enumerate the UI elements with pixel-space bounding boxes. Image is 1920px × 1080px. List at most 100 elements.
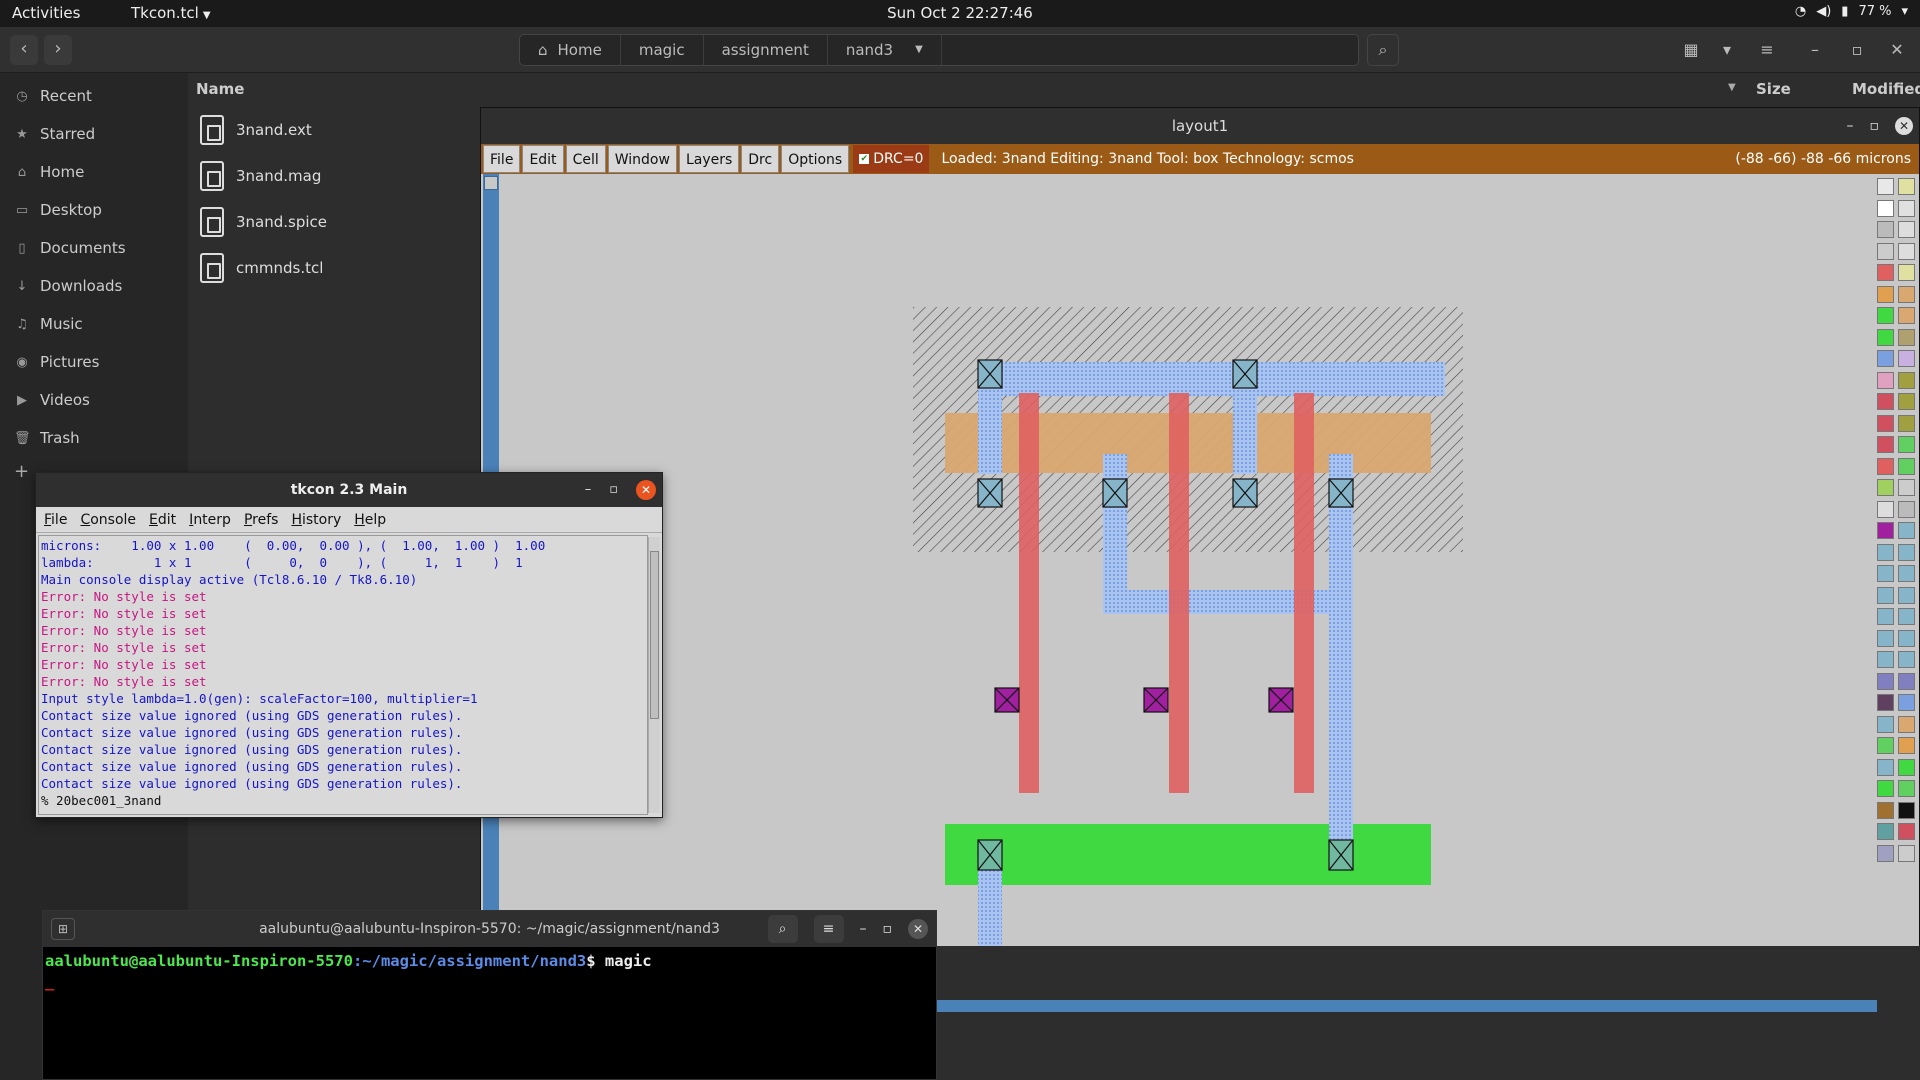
layer-swatch[interactable] [1877, 285, 1894, 303]
sidebar-item-downloads[interactable]: ↓ Downloads [0, 267, 188, 305]
maximize-button[interactable]: ▫ [1870, 108, 1880, 144]
menu-edit[interactable]: Edit [522, 145, 564, 173]
menu-layers[interactable]: Layers [678, 145, 740, 173]
terminal-output[interactable]: aalubuntu@aalubuntu-Inspiron-5570:~/magi… [43, 947, 936, 997]
layer-swatch[interactable] [1898, 522, 1915, 539]
layout-canvas[interactable] [481, 174, 1877, 1012]
close-button[interactable]: ✕ [1895, 117, 1913, 135]
layer-swatch[interactable] [1877, 350, 1894, 367]
sidebar-item-desktop[interactable]: ▭ Desktop [0, 191, 188, 229]
layer-swatch[interactable] [1877, 801, 1894, 819]
column-modified[interactable]: Modified [1852, 80, 1920, 98]
maximize-button[interactable]: ▫ [1842, 37, 1872, 65]
layer-swatch[interactable] [1898, 350, 1915, 367]
file-item[interactable]: 3nand.spice [200, 199, 480, 245]
menu-button[interactable]: ≡ [813, 915, 844, 943]
menu-button[interactable]: ≡ [1752, 37, 1782, 65]
menu-drc[interactable]: Drc [741, 145, 780, 173]
maximize-button[interactable]: ▫ [883, 911, 893, 947]
view-grid-button[interactable]: ▦ [1676, 37, 1706, 65]
layer-swatch[interactable] [1898, 629, 1915, 647]
layer-swatch[interactable] [1877, 457, 1894, 475]
layer-swatch[interactable] [1877, 737, 1894, 754]
layer-swatch[interactable] [1898, 694, 1915, 711]
menu-options[interactable]: Options [781, 145, 850, 173]
minimize-button[interactable]: – [585, 473, 592, 507]
layer-swatch[interactable] [1898, 414, 1915, 432]
layer-swatch[interactable] [1898, 586, 1915, 604]
layer-swatch[interactable] [1898, 285, 1915, 303]
tkcon-menu-history[interactable]: History [291, 512, 341, 528]
breadcrumb-assignment[interactable]: assignment [704, 35, 828, 65]
layer-swatch[interactable] [1898, 371, 1915, 389]
clock[interactable]: Sun Oct 2 22:27:46 [0, 4, 1920, 22]
tkcon-menu-file[interactable]: File [44, 512, 67, 528]
layer-swatch[interactable] [1877, 608, 1894, 625]
layer-swatch[interactable] [1898, 328, 1915, 346]
layer-swatch[interactable] [1877, 565, 1894, 582]
sidebar-item-recent[interactable]: ◷ Recent [0, 77, 188, 115]
layer-swatch[interactable] [1877, 694, 1894, 711]
layer-swatch[interactable] [1877, 242, 1894, 260]
minimize-button[interactable]: – [1847, 108, 1854, 144]
menu-file[interactable]: File [483, 145, 521, 173]
layer-swatch[interactable] [1877, 543, 1894, 561]
maximize-button[interactable]: ▫ [609, 473, 618, 507]
layer-swatch[interactable] [1877, 500, 1894, 518]
layer-swatch[interactable] [1877, 221, 1894, 238]
layer-swatch[interactable] [1877, 586, 1894, 604]
sidebar-item-music[interactable]: ♫ Music [0, 305, 188, 343]
tkcon-title-bar[interactable]: tkcon 2.3 Main – ▫ ✕ [36, 473, 662, 507]
layer-swatch[interactable] [1898, 823, 1915, 840]
system-tray[interactable]: ◔ ◀) ▮ 77 % ▾ [1795, 4, 1908, 19]
file-item[interactable]: cmmnds.tcl [200, 245, 480, 291]
layer-swatch[interactable] [1877, 672, 1894, 690]
sidebar-item-pictures[interactable]: ◉ Pictures [0, 343, 188, 381]
layer-swatch[interactable] [1898, 715, 1915, 733]
breadcrumb-magic[interactable]: magic [621, 35, 704, 65]
forward-button[interactable]: › [44, 35, 72, 65]
close-button[interactable]: ✕ [908, 919, 928, 939]
layer-swatch[interactable] [1898, 307, 1915, 324]
drc-toggle[interactable]: ✔ DRC=0 [853, 145, 930, 173]
layer-swatch[interactable] [1898, 565, 1915, 582]
layer-swatch[interactable] [1877, 264, 1894, 281]
sidebar-item-videos[interactable]: ▶ Videos [0, 381, 188, 419]
close-button[interactable]: ✕ [1882, 37, 1912, 65]
new-tab-button[interactable]: ⊞ [51, 918, 75, 940]
layer-swatch[interactable] [1877, 651, 1894, 668]
sidebar-item-documents[interactable]: ▯ Documents [0, 229, 188, 267]
add-location-button[interactable]: + [14, 461, 29, 482]
window-title-bar[interactable]: layout1 – ▫ ✕ [481, 108, 1919, 144]
layer-swatch[interactable] [1898, 608, 1915, 625]
tkcon-menu-help[interactable]: Help [354, 512, 386, 528]
file-item[interactable]: 3nand.ext [200, 107, 480, 153]
layer-swatch[interactable] [1877, 393, 1894, 410]
breadcrumb-home[interactable]: ⌂ Home [520, 35, 621, 65]
layer-swatch[interactable] [1877, 436, 1894, 453]
console-scrollbar[interactable] [648, 537, 660, 813]
layer-swatch[interactable] [1877, 715, 1894, 733]
tkcon-menu-prefs[interactable]: Prefs [244, 512, 279, 528]
view-options-button[interactable]: ▾ [1712, 37, 1742, 65]
layer-palette[interactable] [1875, 174, 1919, 946]
layer-swatch[interactable] [1898, 844, 1915, 862]
layer-swatch[interactable] [1877, 758, 1894, 776]
breadcrumb-nand3[interactable]: nand3 ▼ [828, 35, 942, 65]
scroll-thumb[interactable] [650, 551, 659, 719]
layer-swatch[interactable] [1898, 178, 1915, 195]
sidebar-item-starred[interactable]: ★ Starred [0, 115, 188, 153]
layer-swatch[interactable] [1898, 264, 1915, 281]
layer-swatch[interactable] [1877, 199, 1894, 217]
tkcon-menu-interp[interactable]: Interp [189, 512, 231, 528]
console-output[interactable]: microns: 1.00 x 1.00 ( 0.00, 0.00 ), ( 1… [38, 535, 648, 815]
layer-swatch[interactable] [1877, 328, 1894, 346]
close-button[interactable]: ✕ [636, 480, 656, 500]
layer-swatch[interactable] [1898, 242, 1915, 260]
layer-swatch[interactable] [1898, 479, 1915, 496]
column-name[interactable]: Name [196, 80, 244, 98]
search-button[interactable]: ⌕ [767, 915, 798, 943]
layer-swatch[interactable] [1898, 737, 1915, 754]
menu-cell[interactable]: Cell [565, 145, 606, 173]
layer-swatch[interactable] [1898, 651, 1915, 668]
